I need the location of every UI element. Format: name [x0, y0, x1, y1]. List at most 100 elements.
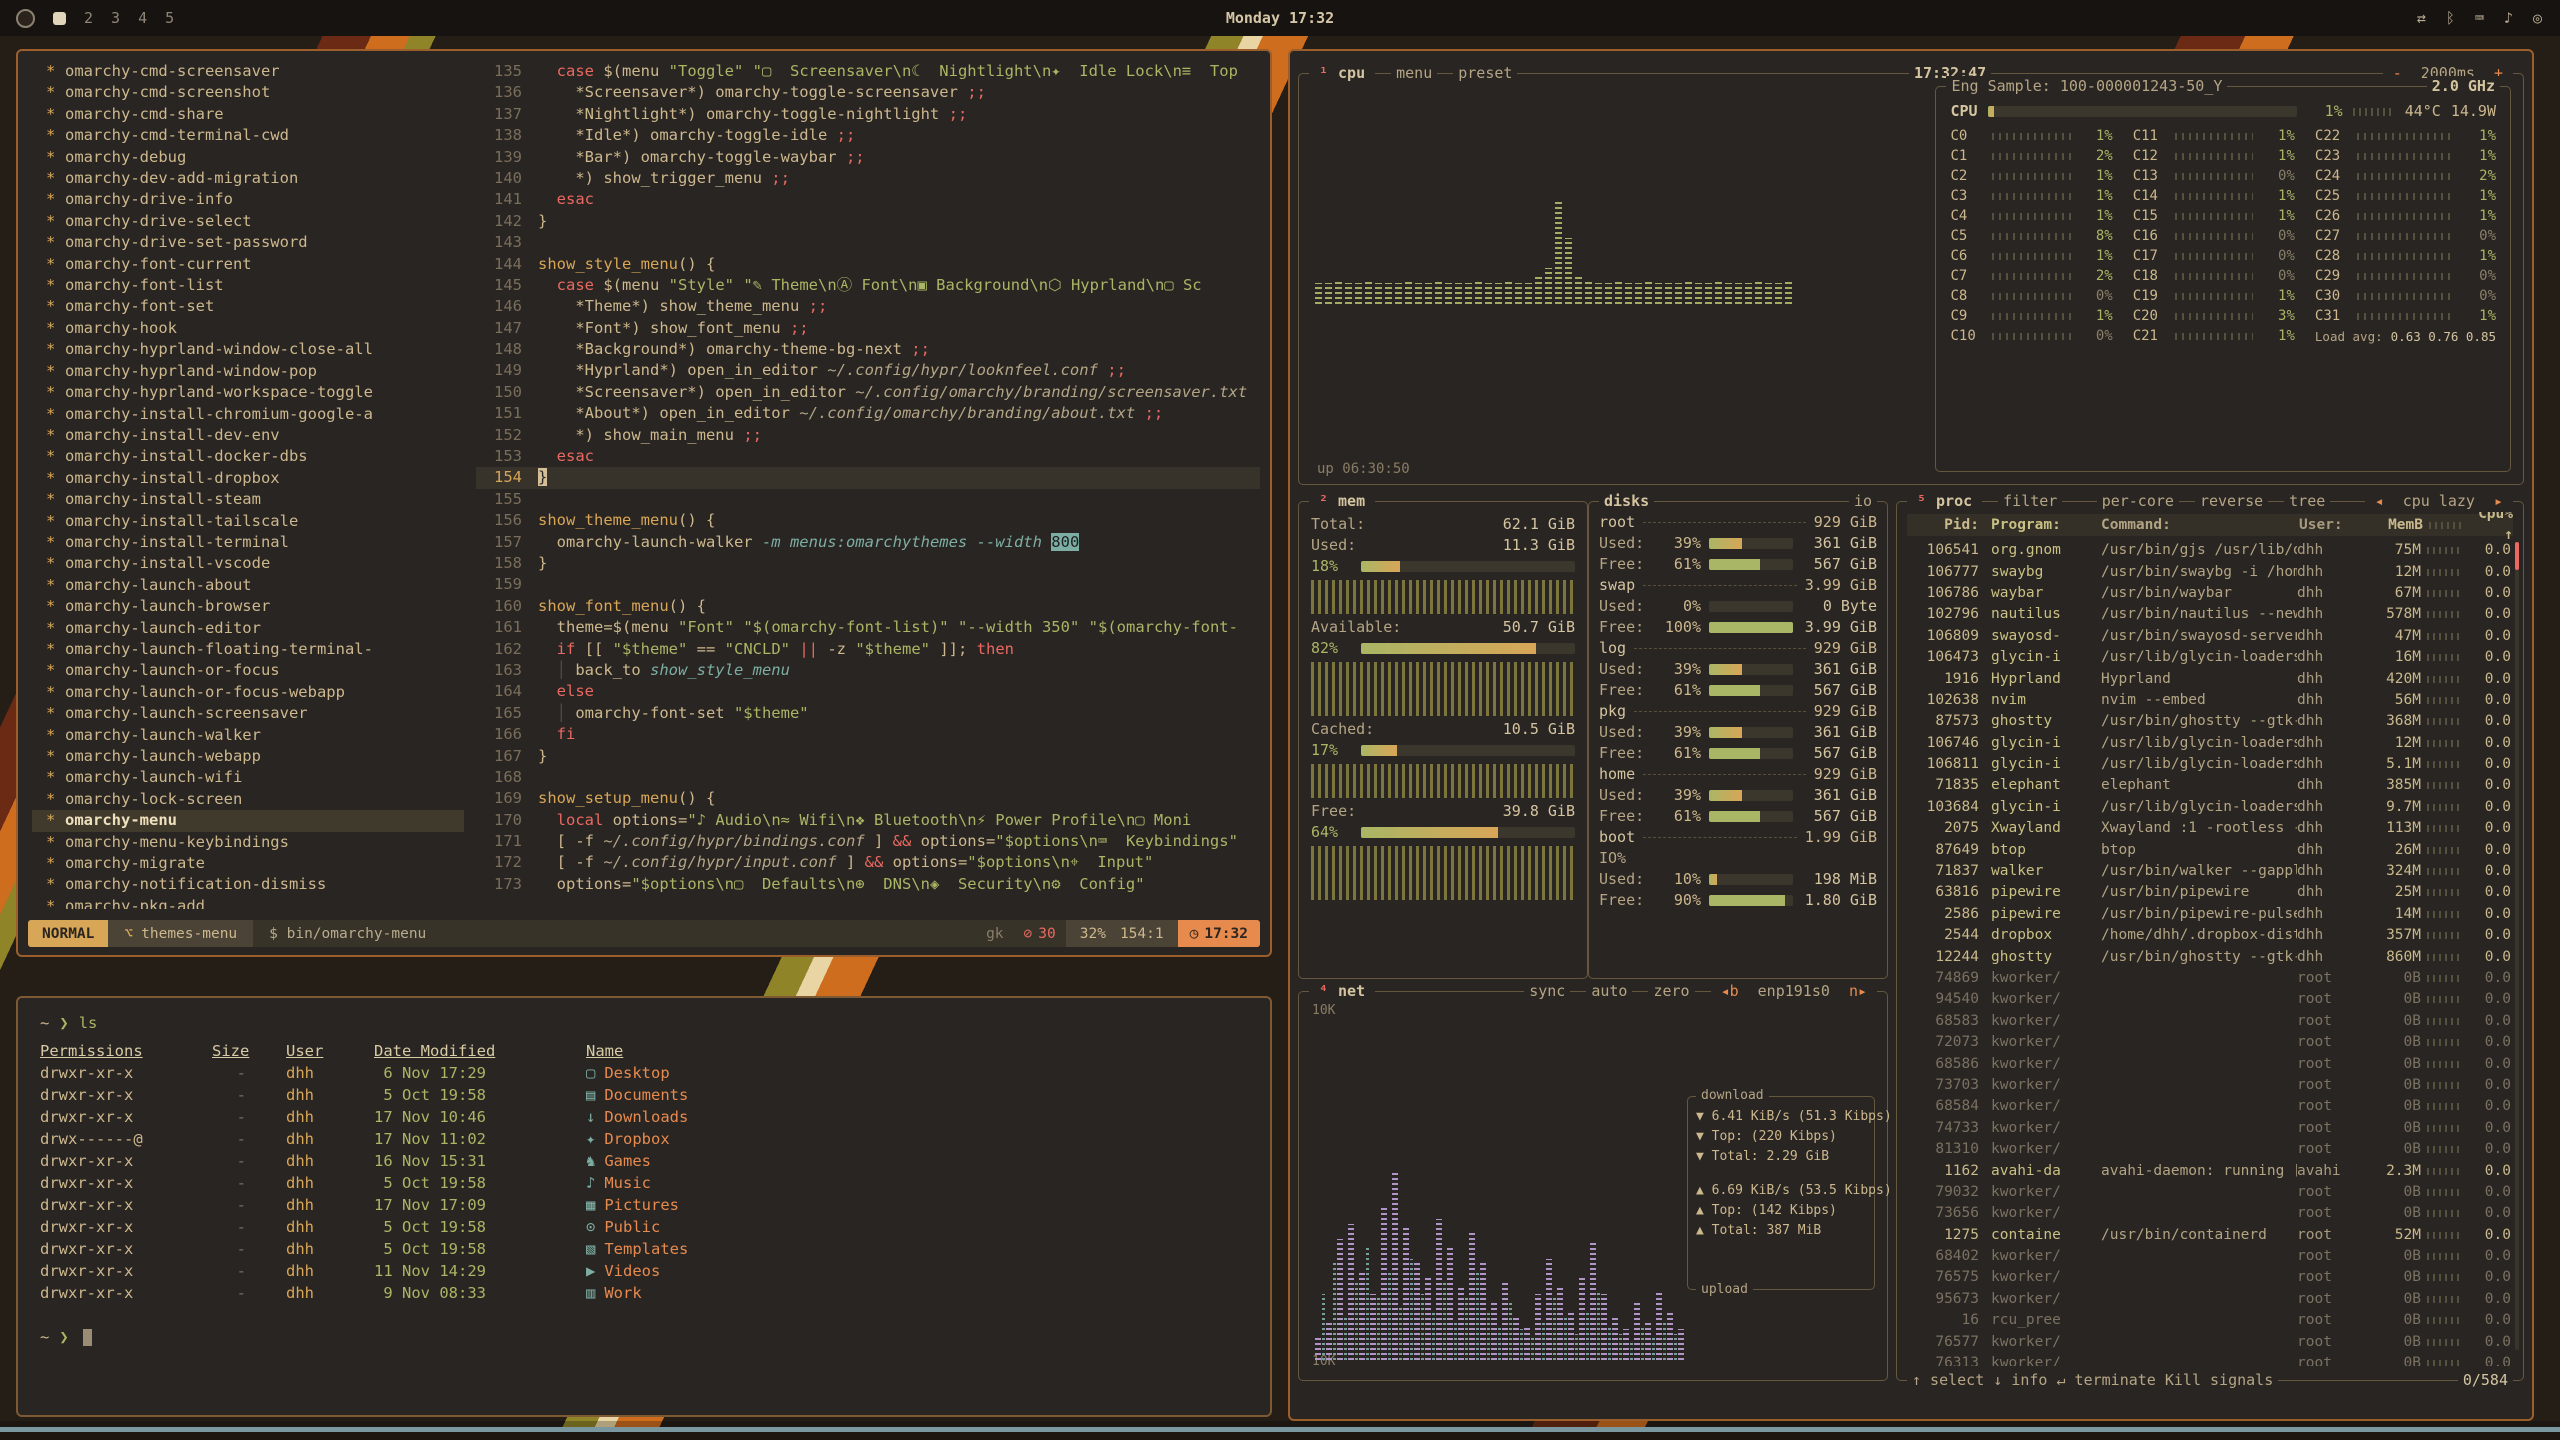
- file-item[interactable]: *omarchy-drive-set-password: [32, 232, 464, 253]
- net-toggle-sync[interactable]: sync: [1524, 981, 1570, 1002]
- file-item[interactable]: *omarchy-launch-walker: [32, 725, 464, 746]
- file-item[interactable]: *omarchy-font-current: [32, 254, 464, 275]
- process-row[interactable]: 79032kworker/root0B0.0: [1907, 1182, 2511, 1203]
- code-line[interactable]: 160show_font_menu() {: [476, 596, 1260, 617]
- code-line[interactable]: 154}: [476, 467, 1260, 488]
- code-line[interactable]: 173 options="$options\n▢ Defaults\n⊕ DNS…: [476, 874, 1260, 895]
- net-toggle-auto[interactable]: auto: [1586, 981, 1632, 1002]
- file-item[interactable]: *omarchy-cmd-terminal-cwd: [32, 125, 464, 146]
- process-row[interactable]: 106786waybar/usr/bin/waybardhh67M0.0: [1907, 583, 2511, 604]
- process-row[interactable]: 2075XwaylandXwayland :1 -rootless -dhh11…: [1907, 818, 2511, 839]
- file-item[interactable]: *omarchy-install-vscode: [32, 553, 464, 574]
- file-item[interactable]: *omarchy-launch-floating-terminal-: [32, 639, 464, 660]
- proc-option-per-core[interactable]: per-core: [2097, 491, 2179, 512]
- code-line[interactable]: 152 *) show_main_menu ;;: [476, 425, 1260, 446]
- code-line[interactable]: 145 case $(menu "Style" "✎ Theme\nⒶ Font…: [476, 275, 1260, 296]
- file-item[interactable]: *omarchy-install-dev-env: [32, 425, 464, 446]
- code-line[interactable]: 143: [476, 232, 1260, 253]
- proc-sort-selector[interactable]: ◂ cpu lazy ▸: [2365, 491, 2513, 512]
- code-line[interactable]: 135 case $(menu "Toggle" "▢ Screensaver\…: [476, 61, 1260, 82]
- proc-header-memb[interactable]: MemB: [2365, 515, 2423, 536]
- file-item[interactable]: *omarchy-launch-editor: [32, 618, 464, 639]
- code-line[interactable]: 155: [476, 489, 1260, 510]
- code-line[interactable]: 140 *) show_trigger_menu ;;: [476, 168, 1260, 189]
- process-row[interactable]: 74869kworker/root0B0.0: [1907, 968, 2511, 989]
- code-line[interactable]: 169show_setup_menu() {: [476, 788, 1260, 809]
- proc-option-reverse[interactable]: reverse: [2195, 491, 2268, 512]
- code-line[interactable]: 153 esac: [476, 446, 1260, 467]
- file-item[interactable]: *omarchy-launch-browser: [32, 596, 464, 617]
- process-row[interactable]: 74733kworker/root0B0.0: [1907, 1118, 2511, 1139]
- file-item[interactable]: *omarchy-install-dropbox: [32, 468, 464, 489]
- process-row[interactable]: 2544dropbox/home/dhh/.dropbox-distdhh357…: [1907, 925, 2511, 946]
- process-row[interactable]: 103684glycin-i/usr/lib/glycin-loadersdhh…: [1907, 797, 2511, 818]
- process-row[interactable]: 68402kworker/root0B0.0: [1907, 1246, 2511, 1267]
- process-row[interactable]: 106541org.gnom/usr/bin/gjs /usr/lib/odhh…: [1907, 540, 2511, 561]
- process-row[interactable]: 106473glycin-i/usr/lib/glycin-loadersdhh…: [1907, 647, 2511, 668]
- proc-option-tree[interactable]: tree: [2284, 491, 2330, 512]
- code-line[interactable]: 139 *Bar*) omarchy-toggle-waybar ;;: [476, 147, 1260, 168]
- process-row[interactable]: 71837walker/usr/bin/walker --gappldhh324…: [1907, 861, 2511, 882]
- code-line[interactable]: 157 omarchy-launch-walker -m menus:omarc…: [476, 532, 1260, 553]
- proc-header-pid[interactable]: Pid:: [1907, 515, 1991, 536]
- code-line[interactable]: 142}: [476, 211, 1260, 232]
- code-line[interactable]: 138 *Idle*) omarchy-toggle-idle ;;: [476, 125, 1260, 146]
- file-item[interactable]: *omarchy-launch-wifi: [32, 767, 464, 788]
- file-item[interactable]: *omarchy-launch-screensaver: [32, 703, 464, 724]
- code-line[interactable]: 161 theme=$(menu "Font" "$(omarchy-font-…: [476, 617, 1260, 638]
- workspace-2[interactable]: 2: [84, 9, 93, 27]
- process-row[interactable]: 106777swaybg/usr/bin/swaybg -i /homdhh12…: [1907, 561, 2511, 582]
- proc-header-program[interactable]: Program:: [1991, 515, 2101, 536]
- file-item[interactable]: *omarchy-lock-screen: [32, 789, 464, 810]
- net-interface-selector[interactable]: ◂b enp191s0 n▸: [1711, 981, 1877, 1002]
- file-item[interactable]: *omarchy-menu: [32, 810, 464, 831]
- code-line[interactable]: 165 │ omarchy-font-set "$theme": [476, 703, 1260, 724]
- file-item[interactable]: *omarchy-drive-select: [32, 211, 464, 232]
- file-item[interactable]: *omarchy-launch-or-focus-webapp: [32, 682, 464, 703]
- proc-header-user[interactable]: User:: [2299, 515, 2365, 536]
- file-item[interactable]: *omarchy-launch-webapp: [32, 746, 464, 767]
- file-item[interactable]: *omarchy-notification-dismiss: [32, 874, 464, 895]
- code-line[interactable]: 159: [476, 574, 1260, 595]
- process-row[interactable]: 76575kworker/root0B0.0: [1907, 1267, 2511, 1288]
- process-table-header[interactable]: Pid:Program:Command:User:MemBCpu% ↑: [1907, 514, 2513, 536]
- code-line[interactable]: 163 │ back_to show_style_menu: [476, 660, 1260, 681]
- process-row[interactable]: 2586pipewire/usr/bin/pipewire-pulsedhh14…: [1907, 904, 2511, 925]
- power-icon[interactable]: ◎: [2533, 9, 2542, 27]
- file-tree[interactable]: *omarchy-cmd-screensaver*omarchy-cmd-scr…: [32, 61, 464, 909]
- process-row[interactable]: 12244ghostty/usr/bin/ghostty --gtk-dhh86…: [1907, 946, 2511, 967]
- code-line[interactable]: 148 *Background*) omarchy-theme-bg-next …: [476, 339, 1260, 360]
- process-row[interactable]: 72073kworker/root0B0.0: [1907, 1032, 2511, 1053]
- file-item[interactable]: *omarchy-drive-info: [32, 189, 464, 210]
- process-scrollbar-thumb[interactable]: [2515, 542, 2519, 570]
- code-line[interactable]: 158}: [476, 553, 1260, 574]
- process-row[interactable]: 73656kworker/root0B0.0: [1907, 1203, 2511, 1224]
- workspace-active-indicator[interactable]: [53, 12, 66, 25]
- code-line[interactable]: 170 local options="♪ Audio\n≈ Wifi\n❖ Bl…: [476, 810, 1260, 831]
- file-item[interactable]: *omarchy-hyprland-workspace-toggle: [32, 382, 464, 403]
- process-row[interactable]: 87649btopbtopdhh26M0.0: [1907, 839, 2511, 860]
- code-line[interactable]: 141 esac: [476, 189, 1260, 210]
- process-row[interactable]: 68586kworker/root0B0.0: [1907, 1053, 2511, 1074]
- process-row[interactable]: 94540kworker/root0B0.0: [1907, 989, 2511, 1010]
- file-item[interactable]: *omarchy-pkg-add: [32, 896, 464, 909]
- file-item[interactable]: *omarchy-launch-or-focus: [32, 660, 464, 681]
- code-line[interactable]: 168: [476, 767, 1260, 788]
- omarchy-logo-icon[interactable]: [16, 9, 35, 28]
- file-item[interactable]: *omarchy-debug: [32, 147, 464, 168]
- disks-io-toggle[interactable]: io: [1849, 491, 1877, 512]
- process-row[interactable]: 73703kworker/root0B0.0: [1907, 1075, 2511, 1096]
- process-row[interactable]: 102638nvimnvim --embeddhh56M0.0: [1907, 690, 2511, 711]
- code-line[interactable]: 150 *Screensaver*) open_in_editor ~/.con…: [476, 382, 1260, 403]
- btop-option-menu[interactable]: menu: [1391, 63, 1437, 84]
- process-row[interactable]: 1162avahi-daavahi-daemon: running [avahi…: [1907, 1160, 2511, 1181]
- code-line[interactable]: 149 *Hyprland*) open_in_editor ~/.config…: [476, 360, 1260, 381]
- proc-option-filter[interactable]: filter: [1998, 491, 2062, 512]
- bluetooth-icon[interactable]: ᛒ: [2446, 9, 2455, 27]
- file-item[interactable]: *omarchy-hook: [32, 318, 464, 339]
- file-item[interactable]: *omarchy-hyprland-window-pop: [32, 361, 464, 382]
- process-row[interactable]: 106746glycin-i/usr/lib/glycin-loadersdhh…: [1907, 733, 2511, 754]
- process-row[interactable]: 106809swayosd-/usr/bin/swayosd-serverdhh…: [1907, 626, 2511, 647]
- code-line[interactable]: 137 *Nightlight*) omarchy-toggle-nightli…: [476, 104, 1260, 125]
- file-item[interactable]: *omarchy-cmd-share: [32, 104, 464, 125]
